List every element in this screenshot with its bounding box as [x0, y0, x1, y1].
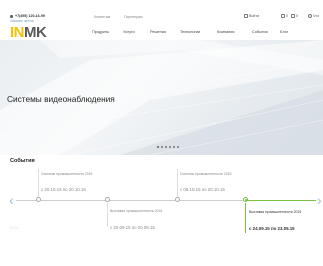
login-label: Войти — [249, 14, 260, 18]
events-heading: События — [10, 158, 35, 164]
lock-icon — [244, 14, 248, 19]
favorites-count: 0 — [296, 14, 298, 18]
phone-icon — [10, 14, 13, 18]
phone-number: +7(495) 120-16-99 — [15, 14, 45, 18]
header-phone[interactable]: +7(495) 120-16-99 — [10, 14, 45, 18]
chevron-right-icon[interactable]: › — [317, 193, 322, 207]
timeline-connector-active — [245, 203, 246, 233]
event-date: с 20.10.15 по 20.10.15 — [41, 187, 86, 192]
timeline-connector — [107, 203, 108, 227]
event-date: с 06.10.15 по 20.10.15 — [180, 187, 225, 192]
nav-products[interactable]: Продукты — [92, 30, 109, 34]
login-button[interactable]: Войти — [244, 14, 260, 19]
heart-icon — [291, 14, 295, 19]
event-faint-label: 10 10 — [10, 226, 19, 230]
compare-icon — [281, 14, 285, 19]
compare-button[interactable]: 0 — [281, 14, 288, 19]
event-date-active: с 24.09.15 по 23.09.15 — [249, 226, 295, 231]
timeline-active-segment — [245, 200, 316, 201]
timeline-node-2[interactable] — [104, 197, 110, 202]
timeline-connector — [177, 169, 178, 197]
top-link-clients[interactable]: Клиентам — [94, 15, 110, 19]
timeline-node-3[interactable] — [174, 197, 180, 202]
logo-part-in: IN — [10, 24, 25, 41]
search-button[interactable]: Что — [308, 14, 319, 19]
timeline-node-4-active[interactable] — [242, 197, 248, 202]
nav-solutions[interactable]: Решения — [150, 30, 166, 34]
nav-events[interactable]: События — [252, 30, 268, 34]
chevron-left-icon[interactable]: ‹ — [9, 193, 14, 207]
timeline-connector — [38, 169, 39, 197]
nav-services[interactable]: Услуги — [123, 30, 135, 34]
hero-title: Системы видеонаблюдения — [7, 94, 115, 104]
logo-part-mk: MK — [24, 24, 47, 41]
nav-blog[interactable]: Блог — [280, 30, 288, 34]
nav-company[interactable]: Компания — [217, 30, 234, 34]
search-icon — [308, 14, 312, 19]
event-date: с 20.09.15 по 20.09.15 — [110, 225, 155, 230]
callback-link[interactable]: Заказать звонок — [10, 19, 34, 23]
nav-technologies[interactable]: Технологии — [180, 30, 200, 34]
favorites-button[interactable]: 0 — [291, 14, 298, 19]
event-title[interactable]: Выставка промышленности 2016 — [110, 209, 162, 213]
logo[interactable]: INMK — [10, 24, 47, 41]
top-link-partners[interactable]: Партнерам — [124, 15, 143, 19]
search-label: Что — [313, 14, 319, 18]
event-title[interactable]: Системы промышленности 2015 — [180, 172, 231, 176]
compare-count: 0 — [286, 14, 288, 18]
timeline-node-1[interactable] — [35, 197, 41, 202]
event-title[interactable]: Системы промышленности 2015 — [41, 172, 92, 176]
event-title-active[interactable]: Выставка промышленности 2015 — [249, 210, 301, 214]
